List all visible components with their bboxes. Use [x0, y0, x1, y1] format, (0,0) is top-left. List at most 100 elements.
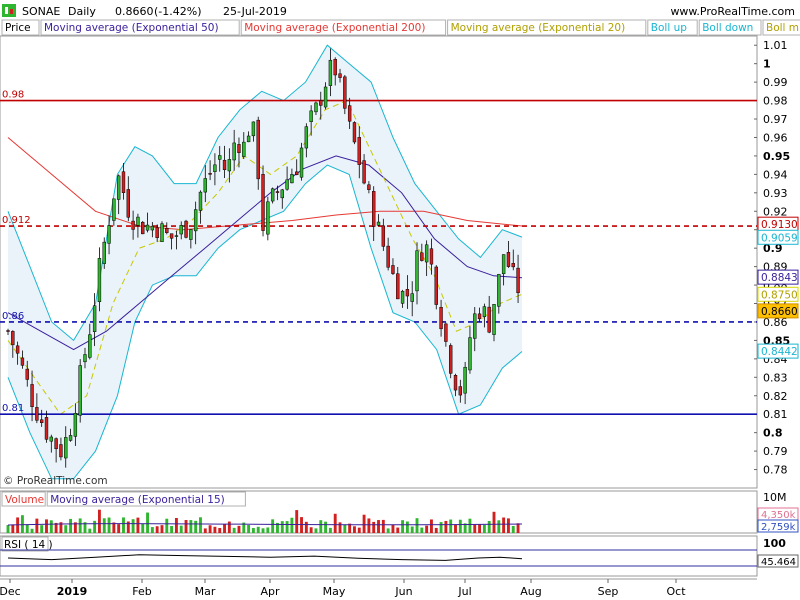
volume-bar — [131, 519, 135, 533]
candle-body — [357, 137, 361, 165]
volume-bar — [405, 521, 409, 533]
last-price: 0.8660 — [115, 5, 154, 18]
candle-body — [59, 444, 63, 458]
candle-body — [222, 159, 227, 171]
candle-body — [468, 337, 472, 371]
volume-bar — [150, 527, 154, 533]
candle-body — [39, 419, 44, 423]
candle-body — [121, 171, 126, 193]
x-tick-label: Dec — [0, 585, 21, 598]
volume-bar — [473, 524, 477, 533]
candle-body — [193, 209, 198, 232]
candle-body — [165, 228, 169, 233]
volume-bar — [179, 525, 183, 533]
volume-bar — [266, 527, 270, 533]
candle-body — [73, 413, 78, 437]
candle-body — [352, 122, 357, 143]
volume-bar — [420, 527, 424, 533]
level-label-1: 0.912 — [2, 215, 31, 226]
candle-body — [463, 366, 467, 394]
volume-bar — [160, 525, 164, 533]
candle-body — [501, 254, 506, 275]
y-tick-label: 1.01 — [763, 39, 788, 52]
candle-body — [487, 306, 491, 333]
level-label-2: 0.86 — [2, 311, 24, 322]
candle-body — [246, 135, 251, 143]
candle-body — [391, 265, 395, 274]
y-tick-label: 0.93 — [763, 187, 788, 200]
candle-body — [189, 229, 193, 240]
volume-bar — [396, 527, 400, 533]
candle-body — [396, 273, 400, 300]
x-tick-label: May — [323, 585, 346, 598]
value-tag-text-0: 0.9130 — [761, 219, 798, 231]
candle-body — [511, 263, 515, 268]
candle-body — [424, 244, 429, 263]
candle-body — [150, 225, 155, 231]
x-tick-label: Jun — [394, 585, 412, 598]
y-tick-label: 0.95 — [763, 150, 790, 163]
quote-date: 25-Jul-2019 — [223, 5, 287, 18]
candle-body — [237, 144, 241, 153]
candle-body — [473, 313, 477, 339]
candle-body — [20, 357, 25, 366]
candle-body — [323, 86, 328, 108]
candle-body — [453, 375, 458, 391]
volume-bar — [285, 521, 289, 533]
candle-body — [319, 100, 323, 106]
candle-body — [131, 220, 135, 230]
legend-item-5: Boll down — [702, 22, 753, 34]
volume-bar — [146, 512, 149, 533]
volume-bar — [280, 521, 284, 533]
candle-body — [270, 188, 275, 202]
volume-bar — [386, 528, 390, 533]
volume-bar — [497, 520, 501, 533]
level-label-3: 0.81 — [2, 403, 24, 414]
candle-body — [88, 334, 92, 358]
volume-bar — [468, 518, 472, 533]
volume-bar — [328, 527, 332, 533]
x-tick-label: Mar — [195, 585, 216, 598]
candle-body — [295, 171, 299, 176]
volume-bar — [97, 509, 101, 533]
candle-body — [477, 313, 482, 320]
candle-body — [30, 384, 34, 408]
y-tick-label: 1 — [763, 58, 771, 71]
value-tag-text-1: 0.9059 — [761, 232, 798, 244]
candlestick-chart: SONAE Daily 0.8660 (-1.42%) 25-Jul-2019 www.P… — [0, 0, 800, 600]
volume-bar — [107, 517, 111, 533]
candle-body — [449, 345, 453, 374]
symbol-name: SONAE — [22, 5, 60, 18]
volume-bar — [78, 518, 82, 533]
candle-body — [179, 225, 183, 235]
candle-body — [15, 345, 20, 354]
candle-body — [160, 223, 164, 242]
value-tag-text-2: 0.8843 — [761, 272, 798, 284]
period-label: Daily — [68, 5, 96, 18]
candle-body — [6, 330, 10, 332]
volume-bar — [20, 515, 24, 533]
candle-body — [285, 179, 289, 190]
volume-bar — [170, 526, 174, 533]
volume-bar — [271, 519, 275, 533]
volume-bar — [184, 520, 188, 533]
candle-body — [102, 241, 106, 264]
volume-bar — [45, 519, 48, 533]
candle-body — [492, 304, 496, 335]
volume-bar — [391, 524, 395, 533]
logo-bar-icon — [5, 7, 8, 14]
y-tick-label: 0.92 — [763, 205, 788, 218]
volume-bar — [357, 527, 361, 533]
candle-body — [266, 201, 270, 235]
candle-body — [169, 233, 174, 239]
volume-bar — [439, 522, 443, 533]
candle-body — [376, 221, 381, 226]
candle-body — [112, 198, 116, 221]
volume-bar — [478, 524, 482, 533]
candle-body — [49, 436, 54, 442]
x-tick-label: Aug — [520, 585, 541, 598]
candle-body — [174, 235, 179, 237]
volume-bar — [372, 521, 376, 533]
candle-body — [198, 191, 203, 211]
volume-bar — [247, 524, 251, 533]
